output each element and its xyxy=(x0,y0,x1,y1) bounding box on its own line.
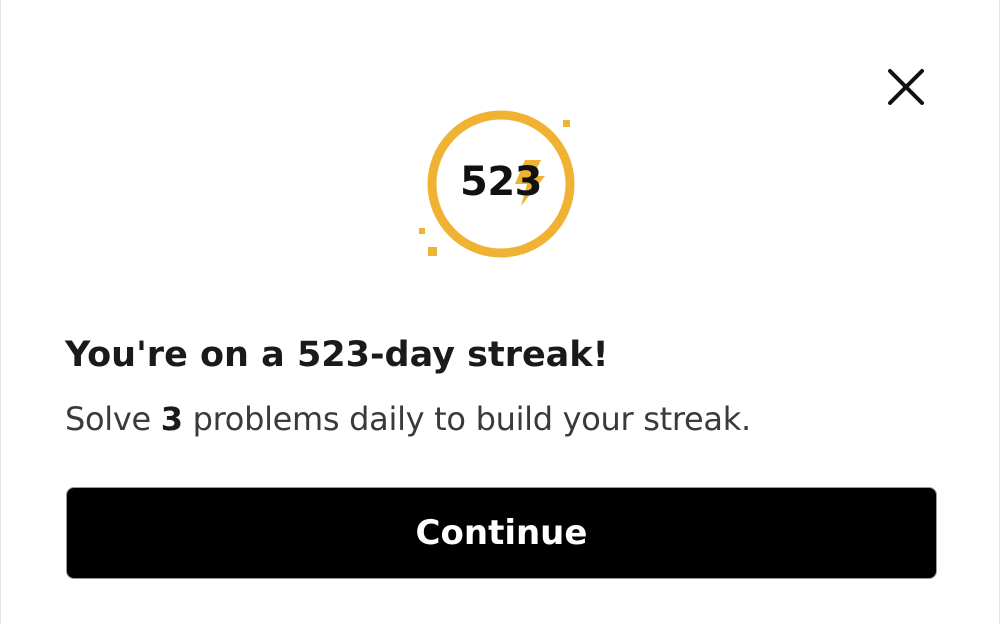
subtitle-prefix: Solve xyxy=(65,400,161,438)
sparkle-icon xyxy=(563,120,570,127)
sparkle-icon xyxy=(428,247,437,256)
dialog-subtitle: Solve 3 problems daily to build your str… xyxy=(65,396,751,442)
subtitle-suffix: problems daily to build your streak. xyxy=(182,400,752,438)
sparkle-icon xyxy=(419,228,425,234)
continue-button[interactable]: Continue xyxy=(66,487,937,579)
close-button[interactable] xyxy=(881,62,931,112)
dialog-title: You're on a 523-day streak! xyxy=(65,335,609,375)
close-icon xyxy=(888,69,924,105)
streak-badge: 523 xyxy=(409,104,593,264)
streak-count: 523 xyxy=(460,159,543,205)
daily-problem-count: 3 xyxy=(160,400,183,438)
streak-dialog: 523 You're on a 523-day streak! Solve 3 … xyxy=(0,0,1000,624)
